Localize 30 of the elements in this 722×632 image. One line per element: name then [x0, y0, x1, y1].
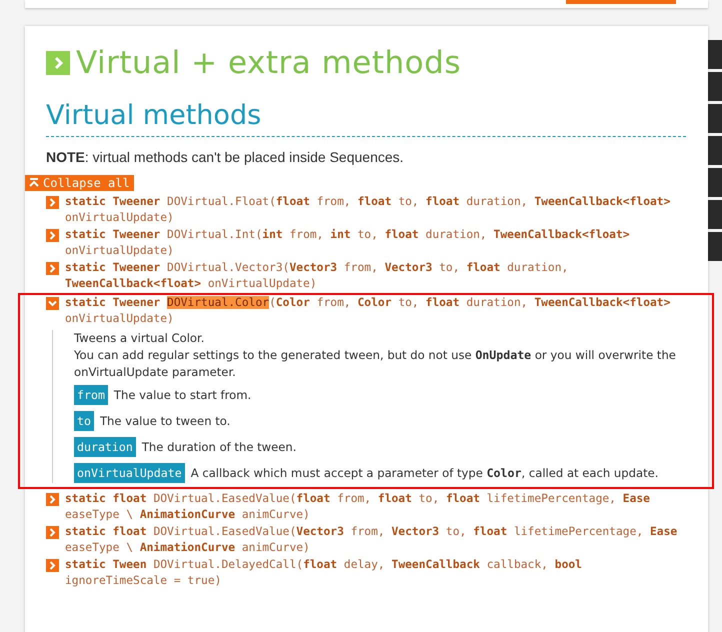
note-text: NOTE: virtual methods can't be placed inside Sequences. [46, 148, 405, 167]
parameter-description: The value to tween to. [100, 412, 230, 430]
method-signature[interactable]: static Tween DOVirtual.DelayedCall(float delay, TweenCallback callback, bool ignoreTimeScale = true) [65, 557, 686, 588]
chevron-right-icon[interactable] [46, 493, 59, 506]
parameter-badge: onVirtualUpdate [74, 463, 185, 483]
chevron-right-icon [46, 51, 70, 75]
chevron-right-icon[interactable] [46, 196, 59, 209]
page-title: Virtual + extra methods [76, 44, 461, 82]
chevron-right-icon[interactable] [46, 262, 59, 275]
method-signature[interactable]: static Tweener DOVirtual.Color(Color from, Color to, float duration, TweenCallback<float> onVirtualUpdate) [65, 295, 686, 326]
method-signature[interactable]: static Tweener DOVirtual.Vector3(Vector3 from, Vector3 to, float duration, TweenCallback<float> onVirtualUpdate) [65, 260, 686, 291]
collapse-all-button[interactable]: Collapse all [25, 175, 134, 191]
method-signature[interactable]: static float DOVirtual.EasedValue(float from, float to, float lifetimePercentage, Ease easeType \ AnimationCurve animCurve) [65, 491, 686, 522]
chevron-right-icon[interactable] [46, 526, 59, 539]
description-text: Tweens a virtual Color. [74, 330, 206, 347]
chevron-right-icon[interactable] [46, 559, 59, 572]
chevron-down-icon[interactable] [46, 297, 59, 310]
method-signature[interactable]: static Tweener DOVirtual.Float(float from, float to, float duration, TweenCallback<float> onVirtualUpdate) [65, 194, 686, 225]
parameter-badge: from [74, 385, 108, 405]
section-title: Virtual methods [46, 100, 686, 137]
parameter-description: A callback which must accept a parameter of type Color, called at each update. [190, 464, 658, 482]
collapse-icon [29, 178, 39, 188]
description-text: You can add regular settings to the generated tween, but do not use OnUpdate or you will overwrite the onVirtualUpdate parameter. [74, 347, 677, 381]
parameter-badge: to [74, 411, 94, 431]
parameter-description: The duration of the tween. [142, 438, 296, 456]
parameter-description: The value to start from. [114, 386, 252, 404]
chevron-right-icon[interactable] [46, 229, 59, 242]
parameter-badge: duration [74, 437, 136, 457]
method-signature[interactable]: static Tweener DOVirtual.Int(int from, int to, float duration, TweenCallback<float> onVirtualUpdate) [65, 227, 686, 258]
method-signature[interactable]: static float DOVirtual.EasedValue(Vector3 from, Vector3 to, float lifetimePercentage, Ease easeType \ AnimationCurve animCurve) [65, 524, 686, 555]
